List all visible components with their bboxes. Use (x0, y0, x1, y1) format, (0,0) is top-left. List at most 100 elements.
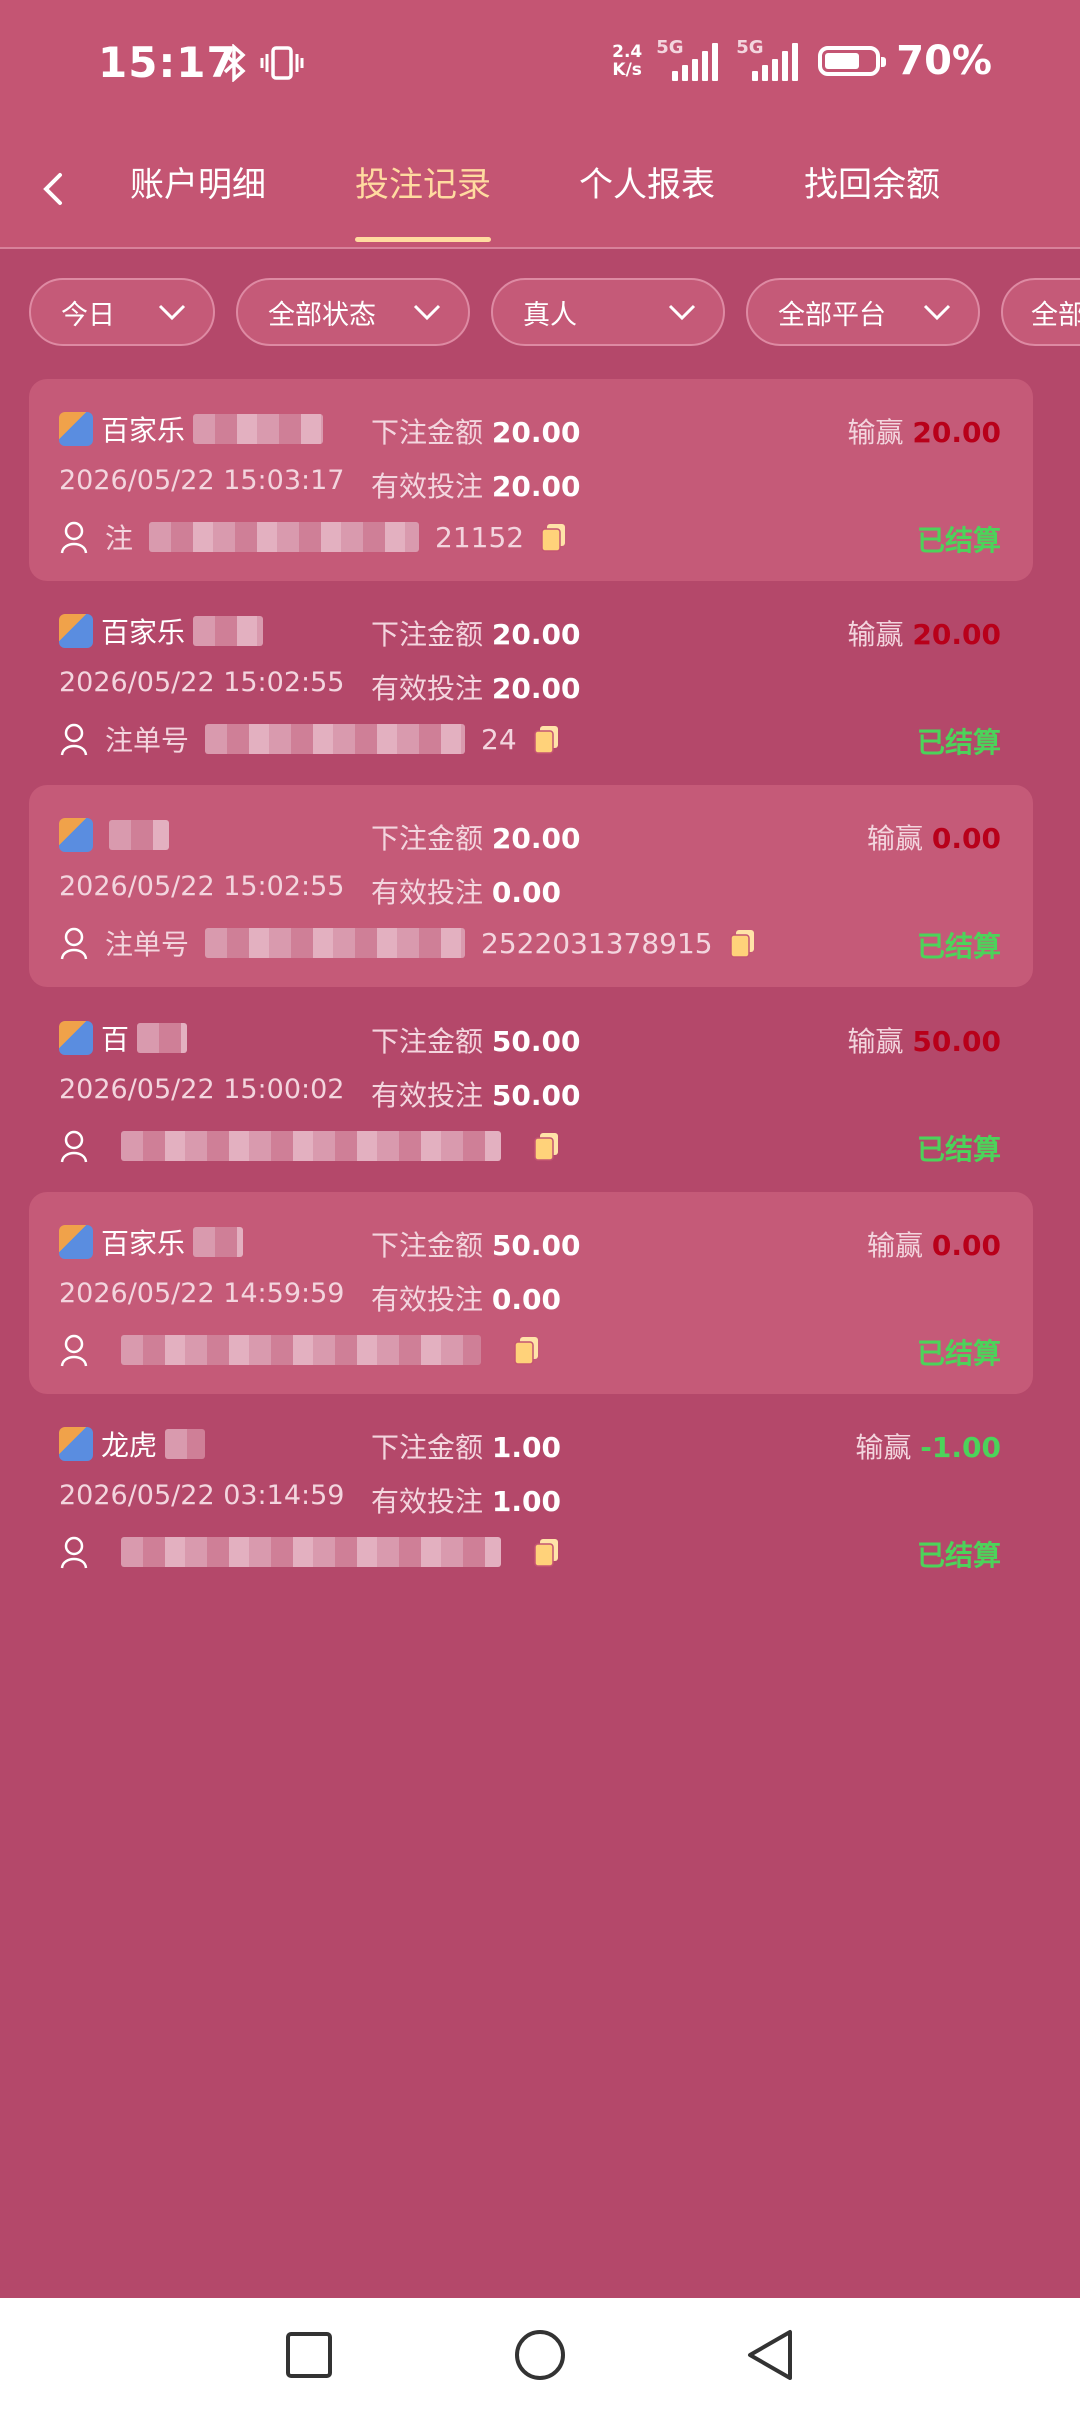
signal-2-icon: 5G (736, 37, 802, 81)
redacted-mosaic (137, 1023, 188, 1053)
tab-personal-report[interactable]: 个人报表 (579, 157, 715, 206)
user-avatar-icon (60, 1536, 88, 1569)
back-icon[interactable] (742, 2326, 800, 2384)
game-name: 百家乐 (59, 613, 264, 649)
copy-icon[interactable] (540, 521, 568, 553)
win-loss: 输赢 -1.00 (855, 1431, 1001, 1464)
valid-bet: 有效投注 0.00 (371, 876, 562, 909)
copy-icon[interactable] (513, 1334, 541, 1366)
status-right-icons: 2.4 K/s 5G 5G 70% (612, 37, 992, 84)
bet-time: 2026/05/22 15:03:17 (59, 465, 345, 496)
game-name: 百家乐 (59, 411, 324, 447)
copy-icon[interactable] (533, 1130, 561, 1162)
game-icon (59, 1021, 93, 1055)
user-avatar-icon (60, 1334, 88, 1367)
status-bar: 15:17 2.4 K/s 5G 5G 70% (0, 0, 1080, 135)
order-number: 注单号 24 (59, 719, 561, 759)
user-avatar-icon (60, 723, 88, 756)
chevron-down-icon (158, 304, 186, 321)
redacted-mosaic (121, 1131, 501, 1161)
bet-time: 2026/05/22 03:14:59 (59, 1480, 345, 1511)
order-number: 注 21152 (59, 517, 568, 557)
bet-time: 2026/05/22 14:59:59 (59, 1278, 345, 1309)
system-nav-bar (0, 2298, 1080, 2412)
chevron-down-icon (413, 304, 441, 321)
redacted-mosaic (193, 616, 264, 646)
settled-status: 已结算 (916, 726, 1001, 759)
valid-bet: 有效投注 0.00 (371, 1283, 562, 1316)
redacted-mosaic (205, 928, 466, 958)
chevron-down-icon (923, 304, 951, 321)
order-number (59, 1330, 541, 1370)
bet-amount: 下注金额 1.00 (371, 1431, 562, 1464)
game-icon (59, 818, 93, 852)
tab-header: 账户明细 投注记录 个人报表 找回余额 (0, 135, 1080, 249)
game-name (59, 817, 169, 853)
user-avatar-icon (60, 1130, 88, 1163)
redacted-mosaic (121, 1335, 481, 1365)
back-arrow-icon[interactable] (30, 165, 78, 213)
game-icon (59, 1225, 93, 1259)
tab-recover-balance[interactable]: 找回余额 (804, 157, 940, 206)
vibrate-icon (260, 46, 304, 80)
copy-icon[interactable] (533, 723, 561, 755)
valid-bet: 有效投注 1.00 (371, 1485, 562, 1518)
home-icon[interactable] (511, 2326, 569, 2384)
game-name: 百 (59, 1020, 188, 1056)
settled-status: 已结算 (916, 1337, 1001, 1370)
filter-platform[interactable]: 全部平台 (746, 278, 980, 346)
bet-record[interactable]: 百家乐 2026/05/22 15:03:17 下注金额 20.00 有效投注 20.… (29, 379, 1033, 581)
filter-status[interactable]: 全部状态 (236, 278, 470, 346)
valid-bet: 有效投注 20.00 (371, 672, 581, 705)
status-time: 15:17 (98, 38, 237, 87)
signal-1-icon: 5G (656, 37, 722, 81)
bet-amount: 下注金额 20.00 (371, 618, 581, 651)
bet-time: 2026/05/22 15:02:55 (59, 667, 345, 698)
settled-status: 已结算 (916, 1133, 1001, 1166)
game-name: 百家乐 (59, 1224, 244, 1260)
bluetooth-icon (223, 44, 246, 82)
game-name: 龙虎 (59, 1426, 206, 1462)
network-speed: 2.4 K/s (612, 42, 643, 80)
redacted-mosaic (121, 1537, 501, 1567)
tab-bet-records[interactable]: 投注记录 (355, 157, 491, 206)
bet-record[interactable]: 龙虎 2026/05/22 03:14:59 下注金额 1.00 有效投注 1.00 输… (29, 1394, 1033, 1596)
filter-date[interactable]: 今日 (29, 278, 215, 346)
order-number (59, 1126, 561, 1166)
user-avatar-icon (60, 521, 88, 554)
bet-record[interactable]: 2026/05/22 15:02:55 下注金额 20.00 有效投注 0.00 输赢… (29, 785, 1033, 987)
bet-record[interactable]: 百家乐 2026/05/22 14:59:59 下注金额 50.00 有效投注 0.0… (29, 1192, 1033, 1394)
filter-more[interactable]: 全部 (1001, 278, 1080, 346)
redacted-mosaic (109, 820, 169, 850)
settled-status: 已结算 (916, 524, 1001, 557)
win-loss: 输赢 0.00 (866, 822, 1001, 855)
chevron-down-icon (668, 304, 696, 321)
settled-status: 已结算 (916, 1539, 1001, 1572)
battery-icon (818, 46, 887, 76)
bet-amount: 下注金额 50.00 (371, 1229, 581, 1262)
order-number (59, 1532, 561, 1572)
game-icon (59, 412, 93, 446)
win-loss: 输赢 0.00 (866, 1229, 1001, 1262)
status-left-icons (222, 44, 304, 82)
recent-apps-icon[interactable] (280, 2326, 338, 2384)
bet-time: 2026/05/22 15:02:55 (59, 871, 345, 902)
game-icon (59, 1427, 93, 1461)
copy-icon[interactable] (533, 1536, 561, 1568)
bet-time: 2026/05/22 15:00:02 (59, 1074, 345, 1105)
bet-amount: 下注金额 50.00 (371, 1025, 581, 1058)
filter-bar: 今日 全部状态 真人 全部平台 全部 (0, 278, 1080, 350)
user-avatar-icon (60, 927, 88, 960)
copy-icon[interactable] (729, 927, 757, 959)
filter-category[interactable]: 真人 (491, 278, 725, 346)
active-tab-indicator (355, 237, 491, 242)
tab-account-details[interactable]: 账户明细 (130, 157, 266, 206)
redacted-mosaic (193, 414, 324, 444)
redacted-mosaic (205, 724, 466, 754)
bet-record[interactable]: 百家乐 2026/05/22 15:02:55 下注金额 20.00 有效投注 20.… (29, 581, 1033, 783)
redacted-mosaic (165, 1429, 206, 1459)
win-loss: 输赢 20.00 (847, 416, 1002, 449)
win-loss: 输赢 50.00 (847, 1025, 1002, 1058)
bet-record[interactable]: 百 2026/05/22 15:00:02 下注金额 50.00 有效投注 50.00… (29, 988, 1033, 1190)
game-icon (59, 614, 93, 648)
